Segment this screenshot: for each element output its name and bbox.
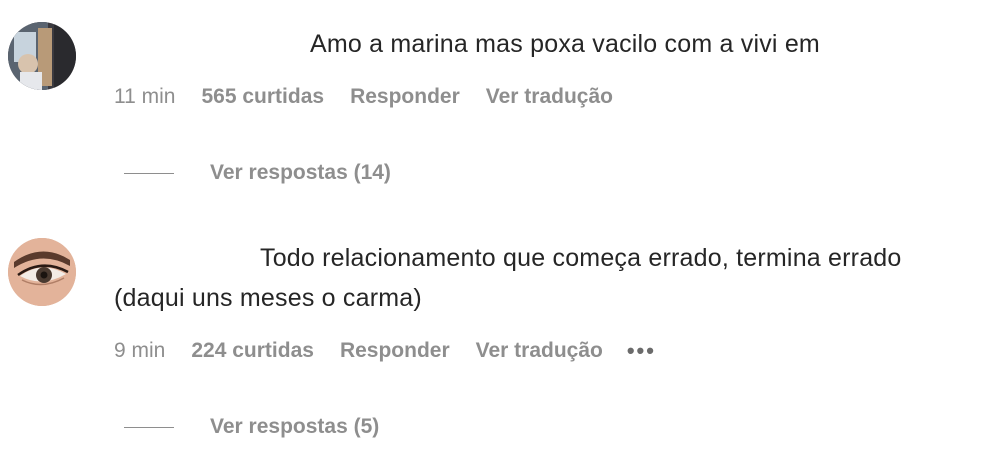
translate-button[interactable]: Ver tradução [476, 339, 603, 363]
like-count[interactable]: 224 curtidas [191, 339, 314, 363]
more-options-icon[interactable]: ••• [627, 338, 656, 364]
view-replies-label: Ver respostas (14) [210, 161, 391, 184]
comment-text: Amo a marina mas poxa vacilo com a vivi … [114, 24, 944, 64]
comment-meta: 11 min 565 curtidas Responder Ver traduç… [114, 82, 637, 112]
comment-text: Todo relacionamento que começa errado, t… [114, 238, 944, 318]
username-placeholder [114, 51, 310, 52]
comment: Todo relacionamento que começa errado, t… [0, 230, 984, 460]
avatar[interactable] [8, 238, 76, 306]
replies-divider-line [124, 172, 174, 174]
replies-divider-line [124, 426, 174, 428]
comment-body: Amo a marina mas poxa vacilo com a vivi … [310, 30, 820, 58]
translate-button[interactable]: Ver tradução [486, 85, 613, 109]
like-count[interactable]: 565 curtidas [201, 85, 324, 109]
comments-list: Amo a marina mas poxa vacilo com a vivi … [0, 0, 984, 468]
comment: Amo a marina mas poxa vacilo com a vivi … [0, 0, 984, 200]
username-placeholder [114, 265, 260, 266]
reply-button[interactable]: Responder [340, 339, 450, 363]
avatar-image [8, 238, 76, 306]
comment-meta: 9 min 224 curtidas Responder Ver traduçã… [114, 336, 656, 366]
avatar-image [8, 22, 76, 90]
comment-time: 9 min [114, 339, 166, 362]
view-replies-label: Ver respostas (5) [210, 415, 380, 438]
comment-time: 11 min [114, 85, 176, 108]
avatar[interactable] [8, 22, 76, 90]
comment-body: Todo relacionamento que começa errado, t… [114, 244, 902, 312]
view-replies-button[interactable]: Ver respostas (14) [124, 158, 391, 188]
view-replies-button[interactable]: Ver respostas (5) [124, 412, 379, 442]
reply-button[interactable]: Responder [350, 85, 460, 109]
